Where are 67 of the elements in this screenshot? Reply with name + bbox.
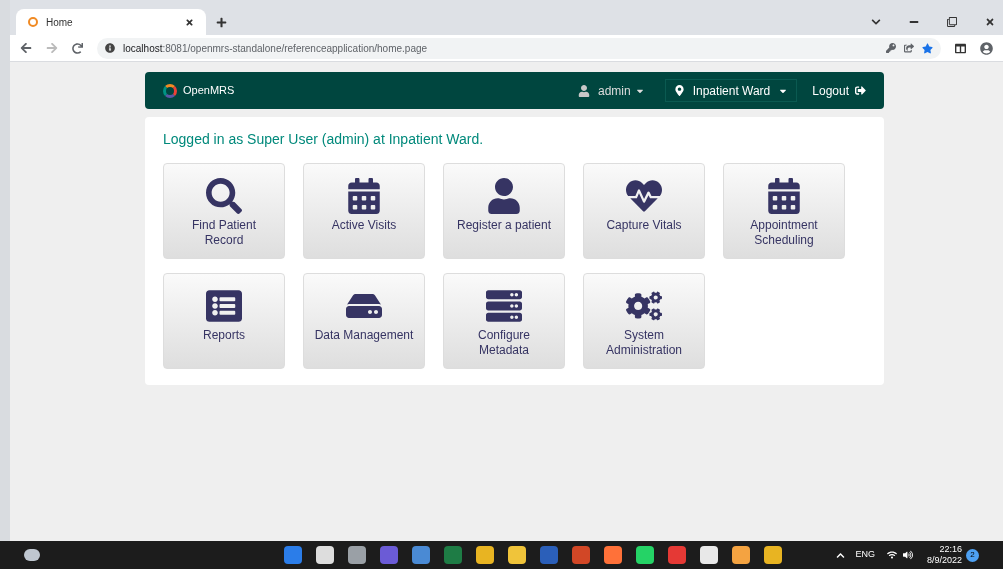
app-tile[interactable]: Data Management [303,273,425,369]
tab-search-icon[interactable] [871,17,881,27]
address-bar[interactable]: localhost:8081/openmrs-standalone/referenceapplication/home.page [97,37,941,59]
speaker-icon[interactable] [902,550,913,560]
tile-label: System Administration [606,328,682,358]
tray-arrow-icon[interactable] [836,550,846,560]
server-icon [486,288,522,324]
search-icon [206,178,242,214]
openmrs-logo-icon [28,17,38,27]
taskbar-app-icon[interactable] [476,546,495,564]
person-icon [486,178,522,214]
taskbar-app-icon[interactable] [604,546,623,564]
side-panel-icon[interactable] [955,42,966,54]
openmrs-logo-icon [163,83,177,98]
app-tile[interactable]: Register a patient [443,163,565,259]
app-tile[interactable]: Reports [163,273,285,369]
heartbeat-icon [626,178,662,214]
user-menu[interactable]: admin [598,81,645,100]
wifi-icon[interactable] [886,550,897,560]
map-pin-icon [673,85,685,96]
restore-icon[interactable] [947,17,957,27]
taskbar-app-icon[interactable] [764,546,783,564]
tile-label: Register a patient [456,218,552,233]
info-icon[interactable] [105,43,115,53]
tile-label: Configure Metadata [478,328,530,358]
tile-label: Reports [203,328,245,343]
app-tile[interactable]: Appointment Scheduling [723,163,845,259]
sign-out-icon [855,85,866,96]
calendar-icon [346,178,382,214]
reload-icon[interactable] [72,42,83,54]
close-icon[interactable] [985,17,995,27]
back-icon[interactable] [20,42,32,54]
profile-icon[interactable] [980,41,993,55]
notification-badge[interactable]: 2 [966,548,979,562]
list-icon [206,288,242,324]
taskbar-app-icon[interactable] [636,546,655,564]
tile-label: Capture Vitals [606,218,682,233]
app-tile[interactable]: System Administration [583,273,705,369]
app-tile[interactable]: Capture Vitals [583,163,705,259]
close-icon[interactable] [185,17,194,27]
logout-link[interactable]: Logout [812,81,866,100]
browser-tab[interactable]: Home [16,9,206,35]
location-menu[interactable]: Inpatient Ward [664,79,798,102]
app-tile[interactable]: Find Patient Record [163,163,285,259]
tile-label: Active Visits [331,218,397,233]
taskbar-app-icon[interactable] [348,546,367,564]
tile-label: Find Patient Record [191,218,256,248]
star-icon[interactable] [922,42,933,54]
new-tab-icon[interactable] [216,17,227,28]
taskbar-app-icon[interactable] [508,546,527,564]
person-icon [578,84,590,97]
calendar-icon [766,178,802,214]
key-icon[interactable] [886,43,896,53]
app-tile[interactable]: Active Visits [303,163,425,259]
taskbar-app-icon[interactable] [732,546,751,564]
app-tile[interactable]: Configure Metadata [443,273,565,369]
welcome-message: Logged in as Super User (admin) at Inpatient Ward. [163,130,485,149]
language-indicator[interactable]: ENG [855,548,875,562]
taskbar-app-icon[interactable] [316,546,335,564]
clock[interactable]: 22:16 8/9/2022 [926,544,962,566]
tile-label: Data Management [314,328,414,343]
tile-label: Appointment Scheduling [750,218,818,248]
tab-title: Home [46,15,74,30]
url-text: localhost:8081/openmrs-standalone/referenceapplication/home.page [123,41,428,56]
taskbar-app-icon[interactable] [700,546,719,564]
brand-name: OpenMRS [183,83,235,99]
share-icon[interactable] [904,43,914,53]
